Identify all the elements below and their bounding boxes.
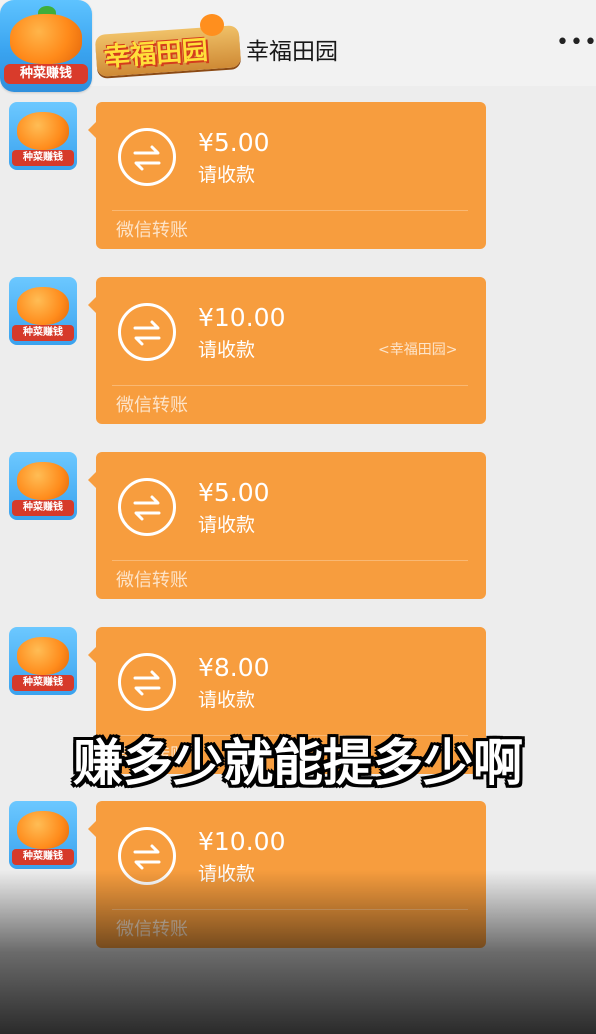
transfer-amount: ¥5.00 bbox=[198, 478, 270, 507]
avatar-badge: 种菜赚钱 bbox=[12, 150, 74, 166]
transfer-arrows-icon bbox=[118, 128, 176, 186]
transfer-status: 请收款 bbox=[198, 514, 256, 536]
transfer-amount: ¥8.00 bbox=[198, 653, 270, 682]
bubble-tail bbox=[88, 122, 96, 138]
more-dots-icon[interactable]: ••• bbox=[556, 32, 596, 58]
transfer-footer: 微信转账 bbox=[116, 919, 188, 940]
avatar-badge: 种菜赚钱 bbox=[12, 675, 74, 691]
avatar[interactable]: 种菜赚钱 bbox=[9, 627, 77, 695]
message-row: 种菜赚钱 ¥5.00 请收款 微信转账 bbox=[0, 452, 596, 602]
transfer-footer: 微信转账 bbox=[116, 570, 188, 591]
bubble-tail bbox=[88, 297, 96, 313]
video-caption: 赚多少就能提多少啊 bbox=[73, 734, 523, 792]
chat-title: 幸福田园 bbox=[246, 39, 338, 65]
app-icon-badge: 种菜赚钱 bbox=[4, 64, 88, 84]
divider bbox=[112, 909, 468, 910]
message-row: 种菜赚钱 ¥10.00 请收款 微信转账 bbox=[0, 801, 596, 951]
avatar[interactable]: 种菜赚钱 bbox=[9, 277, 77, 345]
transfer-bubble[interactable]: ¥10.00 请收款 微信转账 bbox=[88, 801, 486, 948]
transfer-arrows-icon bbox=[118, 478, 176, 536]
transfer-status: 请收款 bbox=[198, 339, 256, 361]
transfer-status: 请收款 bbox=[198, 689, 256, 711]
game-logo: 幸福田园 bbox=[94, 12, 246, 78]
avatar[interactable]: 种菜赚钱 bbox=[9, 452, 77, 520]
avatar-badge: 种菜赚钱 bbox=[12, 325, 74, 341]
transfer-footer: 微信转账 bbox=[116, 220, 188, 241]
divider bbox=[112, 210, 468, 211]
avatar-badge: 种菜赚钱 bbox=[12, 500, 74, 516]
tomato-fruit bbox=[17, 112, 69, 150]
transfer-amount: ¥5.00 bbox=[198, 128, 270, 157]
avatar[interactable]: 种菜赚钱 bbox=[9, 801, 77, 869]
message-row: 种菜赚钱 ¥10.00 请收款 <幸福田园> 微信转账 bbox=[0, 277, 596, 427]
transfer-amount: ¥10.00 bbox=[198, 303, 286, 332]
tomato-fruit bbox=[17, 462, 69, 500]
avatar-badge: 种菜赚钱 bbox=[12, 849, 74, 865]
bubble-tail bbox=[88, 472, 96, 488]
chat-header: 种菜赚钱 幸福田园 幸福田园 ••• bbox=[0, 0, 596, 92]
transfer-arrows-icon bbox=[118, 303, 176, 361]
transfer-status: 请收款 bbox=[198, 863, 256, 885]
bubble-tail bbox=[88, 647, 96, 663]
transfer-bubble[interactable]: ¥5.00 请收款 微信转账 bbox=[88, 452, 486, 599]
transfer-amount: ¥10.00 bbox=[198, 827, 286, 856]
divider bbox=[112, 560, 468, 561]
avatar[interactable]: 种菜赚钱 bbox=[9, 102, 77, 170]
transfer-arrows-icon bbox=[118, 827, 176, 885]
bubble-tail bbox=[88, 821, 96, 837]
transfer-footer: 微信转账 bbox=[116, 395, 188, 416]
tomato-fruit bbox=[17, 287, 69, 325]
transfer-bubble[interactable]: ¥10.00 请收款 <幸福田园> 微信转账 bbox=[88, 277, 486, 424]
transfer-status: 请收款 bbox=[198, 164, 256, 186]
tomato-fruit bbox=[17, 637, 69, 675]
transfer-bubble[interactable]: ¥5.00 请收款 微信转账 bbox=[88, 102, 486, 249]
transfer-arrows-icon bbox=[118, 653, 176, 711]
watermark-text: <幸福田园> bbox=[378, 342, 458, 358]
divider bbox=[112, 385, 468, 386]
tomato-fruit bbox=[10, 14, 82, 64]
message-row: 种菜赚钱 ¥5.00 请收款 微信转账 bbox=[0, 102, 596, 252]
tomato-fruit bbox=[17, 811, 69, 849]
app-icon[interactable]: 种菜赚钱 bbox=[0, 0, 92, 92]
